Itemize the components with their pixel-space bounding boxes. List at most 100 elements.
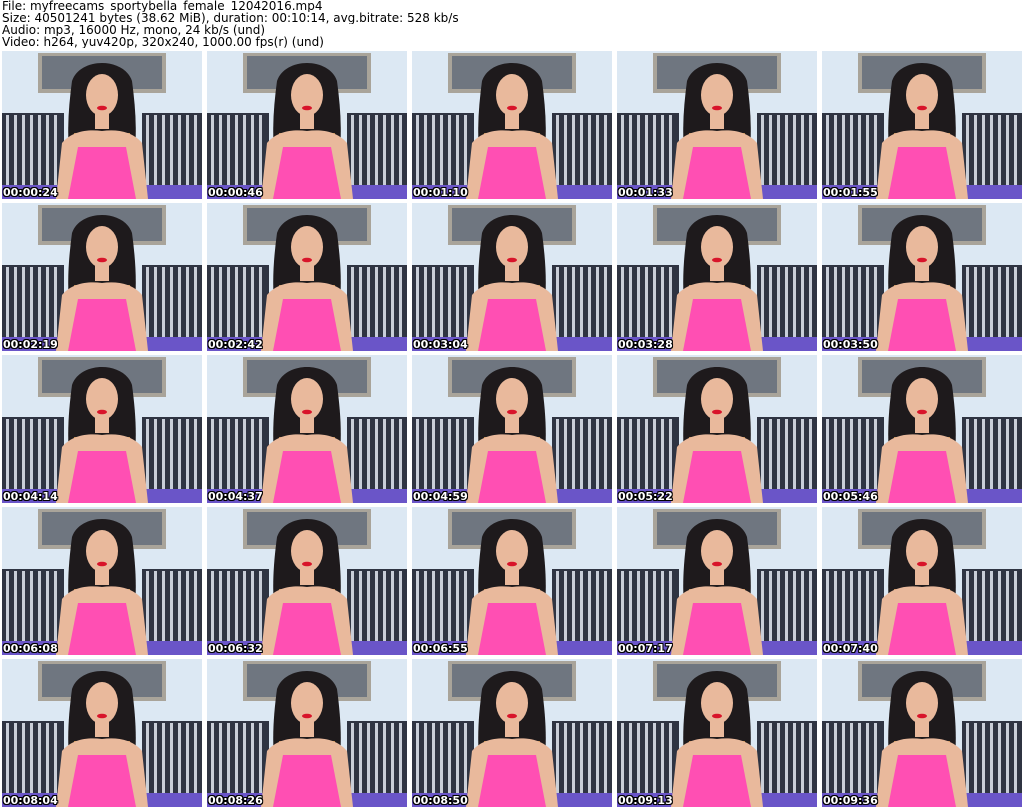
- cushion-stripe: [556, 115, 559, 185]
- cushion-stripe: [359, 115, 362, 185]
- cushion-stripe: [46, 723, 49, 793]
- cushion-stripe: [22, 571, 25, 641]
- cushion-stripe: [1014, 115, 1017, 185]
- video-thumbnail: 00:09:13: [617, 659, 817, 807]
- cushion-stripe: [259, 115, 262, 185]
- cushion-stripe: [227, 419, 230, 489]
- video-frame-illustration: [207, 659, 407, 807]
- cushion-stripe: [351, 267, 354, 337]
- cushion-stripe: [588, 115, 591, 185]
- cushion-stripe: [38, 267, 41, 337]
- cushion-stripe: [219, 571, 222, 641]
- cushion-stripe: [146, 723, 149, 793]
- cushion-stripe: [669, 267, 672, 337]
- cushion-stripe: [637, 419, 640, 489]
- cushion-stripe: [251, 115, 254, 185]
- video-frame-illustration: [2, 203, 202, 351]
- cushion-stripe: [211, 723, 214, 793]
- video-thumbnail: 00:00:24: [2, 51, 202, 199]
- cushion-stripe: [6, 571, 9, 641]
- cushion-stripe: [777, 571, 780, 641]
- cushion-stripe: [440, 267, 443, 337]
- cushion-stripe: [383, 267, 386, 337]
- video-thumbnail: 00:06:08: [2, 507, 202, 655]
- cushion-stripe: [769, 419, 772, 489]
- cushion-stripe: [1014, 267, 1017, 337]
- thumbnail-timestamp: 00:05:22: [618, 490, 673, 503]
- cushion-stripe: [596, 419, 599, 489]
- cushion-stripe: [54, 571, 57, 641]
- cushion-stripe: [30, 267, 33, 337]
- cushion-stripe: [399, 419, 402, 489]
- cushion-stripe: [669, 115, 672, 185]
- cushion-stripe: [966, 419, 969, 489]
- cushion-stripe: [243, 267, 246, 337]
- video-frame-illustration: [412, 507, 612, 655]
- cushion-stripe: [785, 419, 788, 489]
- video-thumbnail: 00:05:22: [617, 355, 817, 503]
- cushion-stripe: [146, 115, 149, 185]
- cushion-stripe: [219, 115, 222, 185]
- thumbnail-timestamp: 00:04:59: [413, 490, 468, 503]
- cushion-stripe: [801, 419, 804, 489]
- cushion-stripe: [826, 571, 829, 641]
- cushion-stripe: [572, 419, 575, 489]
- cushion-stripe: [653, 723, 656, 793]
- cushion-stripe: [424, 723, 427, 793]
- cushion-stripe: [424, 267, 427, 337]
- cushion-stripe: [14, 571, 17, 641]
- cushion-stripe: [653, 419, 656, 489]
- cushion-stripe: [170, 419, 173, 489]
- cushion-stripe: [874, 267, 877, 337]
- cushion-stripe: [580, 571, 583, 641]
- cushion-stripe: [793, 571, 796, 641]
- cushion-stripe: [793, 115, 796, 185]
- cushion-stripe: [653, 115, 656, 185]
- cushion-stripe: [974, 571, 977, 641]
- cushion-stripe: [982, 571, 985, 641]
- thumbnail-timestamp: 00:04:14: [3, 490, 58, 503]
- cushion-stripe: [809, 419, 812, 489]
- cushion-stripe: [464, 419, 467, 489]
- cushion-stripe: [769, 571, 772, 641]
- video-thumbnail: 00:09:36: [822, 659, 1022, 807]
- cushion-stripe: [850, 115, 853, 185]
- cushion-stripe: [596, 267, 599, 337]
- cushion-stripe: [826, 115, 829, 185]
- cushion-stripe: [572, 115, 575, 185]
- cushion-stripe: [38, 419, 41, 489]
- cushion-stripe: [186, 115, 189, 185]
- video-thumbnail: 00:03:28: [617, 203, 817, 351]
- cushion-stripe: [227, 267, 230, 337]
- cushion-stripe: [588, 419, 591, 489]
- cushion-stripe: [194, 115, 197, 185]
- cushion-stripe: [785, 267, 788, 337]
- thumbnail-timestamp: 00:06:08: [3, 642, 58, 655]
- cushion-stripe: [572, 571, 575, 641]
- cushion-stripe: [572, 723, 575, 793]
- cushion-stripe: [432, 571, 435, 641]
- cushion-stripe: [653, 571, 656, 641]
- cushion-stripe: [834, 723, 837, 793]
- cushion-stripe: [6, 419, 9, 489]
- cushion-stripe: [645, 571, 648, 641]
- cushion-stripe: [761, 571, 764, 641]
- cushion-stripe: [464, 723, 467, 793]
- cushion-stripe: [661, 115, 664, 185]
- video-thumbnail: 00:05:46: [822, 355, 1022, 503]
- cushion-stripe: [456, 267, 459, 337]
- cushion-stripe: [1006, 723, 1009, 793]
- cushion-stripe: [834, 267, 837, 337]
- cushion-stripe: [219, 419, 222, 489]
- cushion-stripe: [858, 115, 861, 185]
- cushion-stripe: [850, 723, 853, 793]
- cushion-stripe: [621, 115, 624, 185]
- video-thumbnail: 00:06:32: [207, 507, 407, 655]
- cushion-stripe: [858, 419, 861, 489]
- cushion-stripe: [874, 419, 877, 489]
- video-thumbnail: 00:07:17: [617, 507, 817, 655]
- cushion-stripe: [990, 723, 993, 793]
- video-frame-illustration: [617, 355, 817, 503]
- cushion-stripe: [162, 419, 165, 489]
- video-frame-illustration: [412, 203, 612, 351]
